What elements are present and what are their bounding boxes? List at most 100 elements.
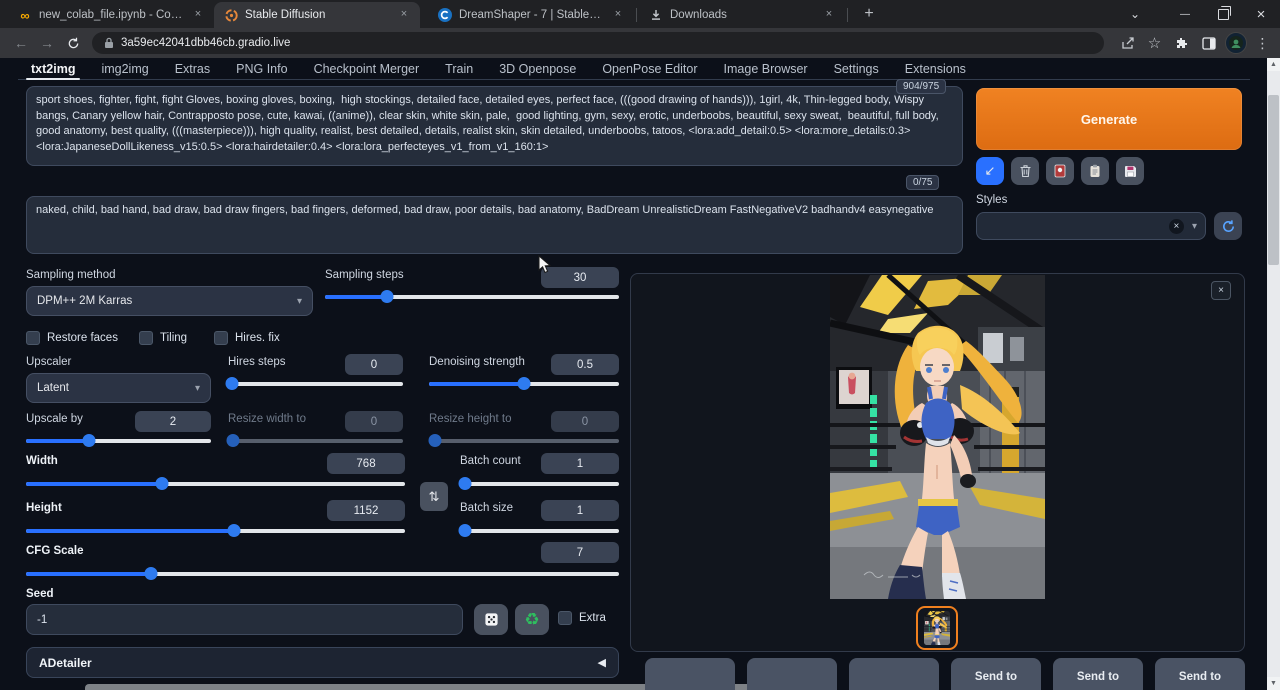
batch-size-label: Batch size — [460, 502, 513, 514]
share-icon[interactable] — [1114, 30, 1141, 56]
extra-networks-button[interactable] — [1046, 157, 1074, 185]
browser-tab-strip: ∞ new_colab_file.ipynb - Colaborat × Sta… — [0, 0, 1280, 28]
checkbox[interactable] — [26, 331, 40, 345]
bookmark-star-icon[interactable]: ☆ — [1141, 30, 1168, 56]
width-slider[interactable] — [26, 477, 405, 490]
gallery-thumbnail-selected[interactable] — [916, 606, 958, 650]
tiling-checkbox[interactable]: Tiling — [139, 331, 187, 345]
negative-prompt-input[interactable]: naked, child, bad hand, bad draw, bad dr… — [26, 196, 963, 254]
checkbox[interactable] — [214, 331, 228, 345]
page-scrollbar[interactable]: ▲ ▼ — [1267, 58, 1280, 690]
tab-train[interactable]: Train — [432, 58, 486, 79]
tab-txt2img[interactable]: txt2img — [18, 58, 88, 79]
extensions-puzzle-icon[interactable] — [1168, 30, 1195, 56]
sampling-method-dropdown[interactable]: DPM++ 2M Karras▾ — [26, 286, 313, 316]
send-to-img2img-button[interactable]: Send to — [951, 658, 1041, 690]
generated-image[interactable] — [830, 275, 1045, 599]
tab-separator — [847, 8, 848, 22]
window-close-button[interactable]: × — [1242, 0, 1280, 28]
tab-img2img[interactable]: img2img — [88, 58, 161, 79]
height-value[interactable]: 1152 — [327, 500, 405, 521]
scroll-down-icon[interactable]: ▼ — [1267, 677, 1280, 690]
tab-checkpoint-merger[interactable]: Checkpoint Merger — [301, 58, 433, 79]
height-slider[interactable] — [26, 524, 405, 537]
extra-seed-checkbox[interactable]: Extra — [558, 611, 606, 625]
checkbox[interactable] — [558, 611, 572, 625]
tab-png-info[interactable]: PNG Info — [223, 58, 300, 79]
tab-close-icon[interactable]: × — [396, 7, 412, 23]
browser-tab-dreamshaper[interactable]: DreamShaper - 7 | Stable Diffusio × — [428, 2, 634, 28]
hires-steps-slider[interactable] — [228, 377, 403, 390]
tab-separator — [636, 8, 637, 22]
tab-extras[interactable]: Extras — [162, 58, 223, 79]
tab-extensions[interactable]: Extensions — [892, 58, 979, 79]
styles-clear-icon[interactable]: × — [1169, 219, 1184, 234]
batch-size-value[interactable]: 1 — [541, 500, 619, 521]
scrollbar-thumb[interactable] — [1268, 95, 1279, 265]
gallery-close-button[interactable]: × — [1211, 281, 1231, 300]
tab-settings[interactable]: Settings — [821, 58, 892, 79]
address-bar[interactable]: 3a59ec42041dbb46cb.gradio.live — [92, 32, 1104, 54]
window-maximize-button[interactable] — [1204, 0, 1242, 28]
checkbox[interactable] — [139, 331, 153, 345]
width-value[interactable]: 768 — [327, 453, 405, 474]
tab-search-chevron-icon[interactable]: ⌄ — [1116, 0, 1154, 28]
tab-title: Stable Diffusion — [245, 9, 389, 21]
profile-avatar[interactable] — [1222, 30, 1249, 56]
swap-width-height-button[interactable]: ⇅ — [420, 482, 448, 511]
chevron-down-icon: ▾ — [297, 296, 302, 307]
reuse-seed-button[interactable]: ♻ — [515, 604, 549, 635]
batch-size-slider[interactable] — [460, 524, 619, 537]
send-to-extras-button[interactable]: Send to — [1155, 658, 1245, 690]
upscale-by-slider[interactable] — [26, 434, 211, 447]
cfg-scale-value[interactable]: 7 — [541, 542, 619, 563]
send-to-inpaint-button[interactable]: Send to — [1053, 658, 1143, 690]
clear-prompt-button[interactable] — [1011, 157, 1039, 185]
tab-openpose-editor[interactable]: OpenPose Editor — [589, 58, 710, 79]
seed-input[interactable] — [26, 604, 463, 635]
tab-3d-openpose[interactable]: 3D Openpose — [486, 58, 589, 79]
sampling-steps-slider[interactable] — [325, 290, 619, 303]
window-minimize-button[interactable]: — — [1166, 0, 1204, 28]
new-tab-button[interactable]: + — [856, 2, 882, 28]
tab-close-icon[interactable]: × — [610, 7, 626, 23]
restore-faces-checkbox[interactable]: Restore faces — [26, 331, 118, 345]
gallery-button-3[interactable] — [849, 658, 939, 690]
tab-image-browser[interactable]: Image Browser — [711, 58, 821, 79]
tab-close-icon[interactable]: × — [821, 7, 837, 23]
paste-params-button[interactable]: ↙ — [976, 157, 1004, 185]
generate-button[interactable]: Generate — [976, 88, 1242, 150]
adetailer-accordion[interactable]: ADetailer ◀ — [26, 647, 619, 678]
batch-count-value[interactable]: 1 — [541, 453, 619, 474]
browser-tab-colab[interactable]: ∞ new_colab_file.ipynb - Colaborat × — [8, 2, 214, 28]
sampling-steps-label: Sampling steps — [325, 269, 404, 281]
resize-height-slider — [429, 434, 619, 447]
save-style-button[interactable] — [1116, 157, 1144, 185]
browser-tab-stable-diffusion[interactable]: Stable Diffusion × — [214, 2, 420, 28]
denoising-strength-slider[interactable] — [429, 377, 619, 390]
side-panel-icon[interactable] — [1195, 30, 1222, 56]
gallery-button-1[interactable] — [645, 658, 735, 690]
hires-steps-value[interactable]: 0 — [345, 354, 403, 375]
swap-arrows-icon: ⇅ — [429, 489, 440, 505]
denoising-strength-value[interactable]: 0.5 — [551, 354, 619, 375]
browser-tab-downloads[interactable]: Downloads × — [639, 2, 845, 28]
styles-dropdown[interactable]: × ▾ — [976, 212, 1206, 240]
browser-menu-dots-icon[interactable]: ⋮ — [1249, 30, 1276, 56]
prompt-input[interactable]: sport shoes, fighter, fight, fight Glove… — [26, 86, 963, 166]
reload-button[interactable] — [60, 30, 86, 56]
cfg-scale-slider[interactable] — [26, 567, 619, 580]
forward-button[interactable]: → — [34, 30, 60, 56]
apply-styles-button[interactable] — [1081, 157, 1109, 185]
upscaler-dropdown[interactable]: Latent▾ — [26, 373, 211, 403]
gallery-button-2[interactable] — [747, 658, 837, 690]
upscale-by-value[interactable]: 2 — [135, 411, 211, 432]
tab-close-icon[interactable]: × — [190, 7, 206, 23]
webui-tabs: txt2img img2img Extras PNG Info Checkpoi… — [18, 58, 1250, 80]
scroll-up-icon[interactable]: ▲ — [1267, 58, 1280, 71]
refresh-styles-button[interactable] — [1214, 212, 1242, 240]
hires-fix-checkbox[interactable]: Hires. fix — [214, 331, 280, 345]
random-seed-button[interactable] — [474, 604, 508, 635]
batch-count-slider[interactable] — [460, 477, 619, 490]
back-button[interactable]: ← — [8, 30, 34, 56]
